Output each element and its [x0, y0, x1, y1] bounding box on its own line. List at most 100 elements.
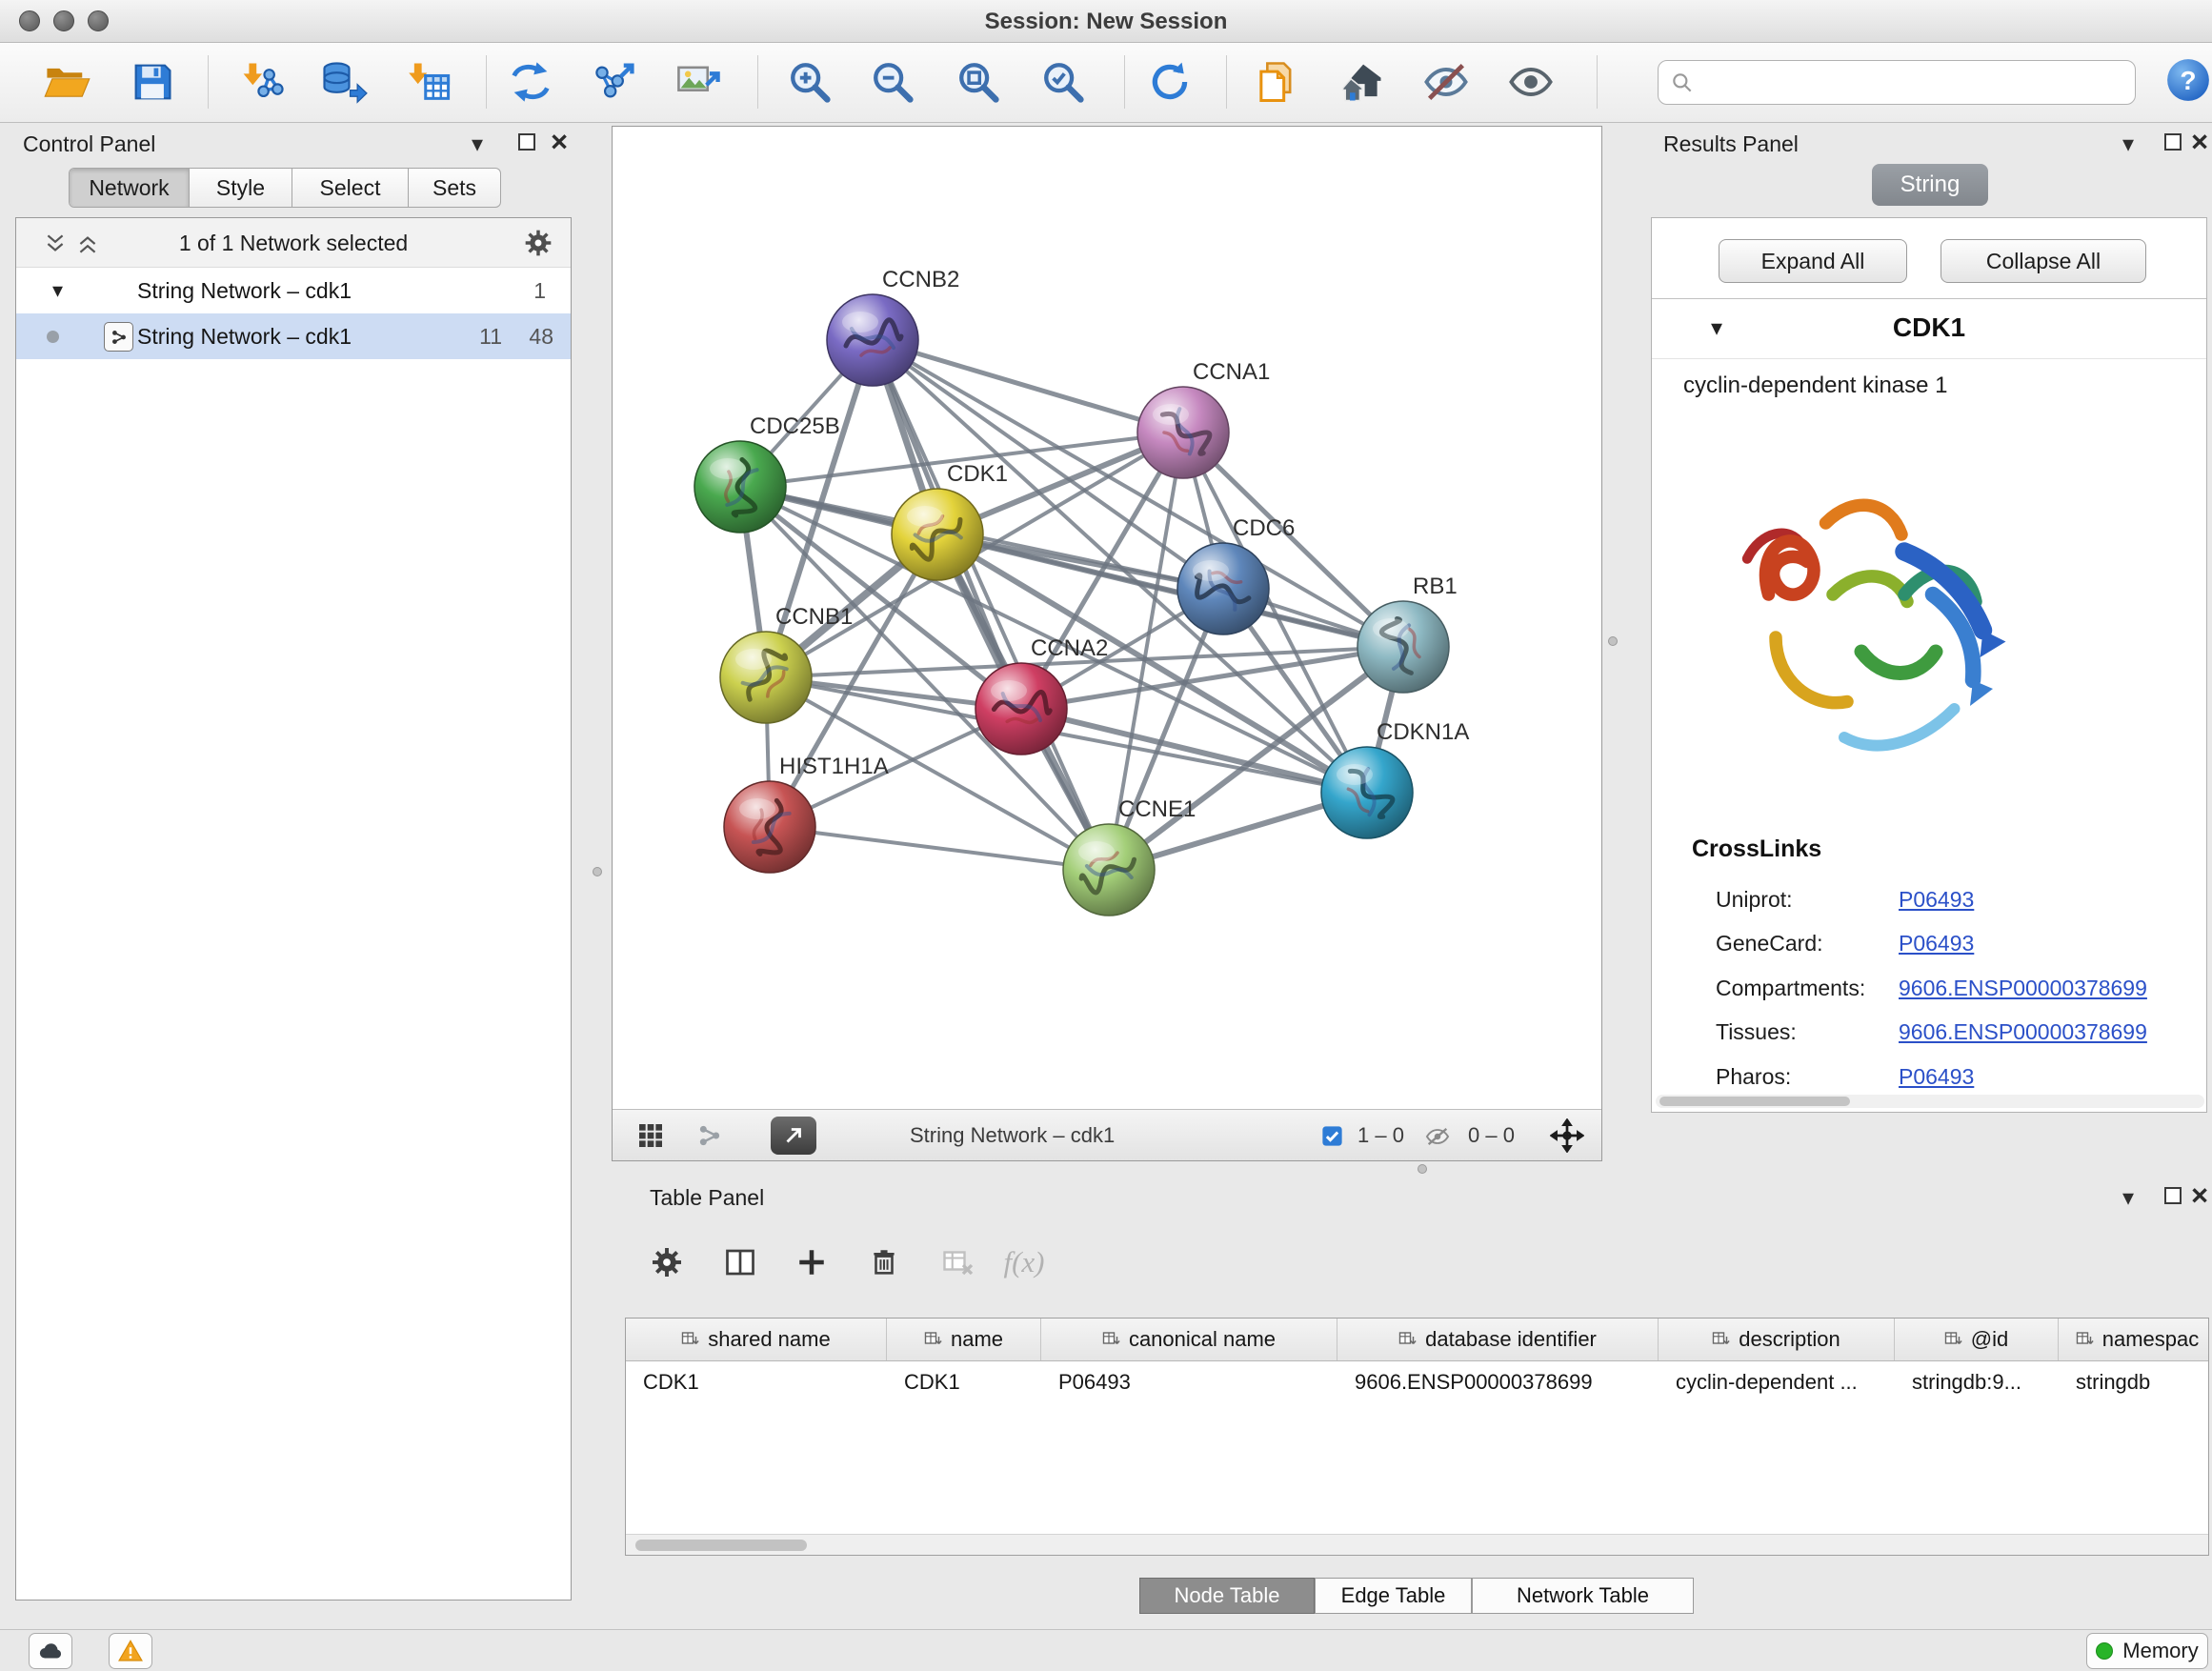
network-node-CDKN1A[interactable] — [1321, 747, 1413, 838]
network-node-CCNA2[interactable] — [975, 663, 1067, 755]
network-node-RB1[interactable] — [1357, 601, 1449, 693]
network-edge[interactable] — [873, 340, 1109, 870]
collection-expand-icon[interactable]: ▾ — [52, 278, 63, 303]
control-panel-close-icon[interactable]: × — [551, 130, 568, 154]
zoom-selected-button[interactable] — [1036, 54, 1091, 110]
crosslink-link[interactable]: P06493 — [1899, 931, 1974, 956]
new-network-from-selection-button[interactable] — [503, 54, 558, 110]
splitter-grip[interactable] — [593, 867, 602, 876]
column-header-4[interactable]: database identifier — [1337, 1319, 1659, 1360]
tab-network-table[interactable]: Network Table — [1472, 1578, 1694, 1614]
table-cell-7[interactable]: stringdb — [2059, 1361, 2209, 1403]
network-view-icon[interactable] — [694, 1120, 725, 1151]
results-panel-float-icon[interactable] — [2164, 133, 2182, 151]
results-panel-close-icon[interactable]: × — [2191, 130, 2208, 154]
zoom-out-button[interactable] — [865, 54, 920, 110]
import-network-file-button[interactable] — [233, 54, 289, 110]
open-in-new-window-button[interactable] — [771, 1117, 816, 1155]
column-header-5[interactable]: description — [1659, 1319, 1895, 1360]
table-cell-1[interactable]: CDK1 — [626, 1361, 887, 1403]
import-network-database-button[interactable] — [315, 54, 371, 110]
network-edge[interactable] — [873, 340, 1183, 433]
annotations-button[interactable] — [1248, 54, 1303, 110]
create-column-button[interactable] — [790, 1240, 834, 1284]
crosslink-link[interactable]: P06493 — [1899, 887, 1974, 913]
tab-edge-table[interactable]: Edge Table — [1315, 1578, 1472, 1614]
collapse-all-button[interactable]: Collapse All — [1941, 239, 2146, 283]
column-header-3[interactable]: canonical name — [1041, 1319, 1337, 1360]
import-table-button[interactable] — [401, 54, 456, 110]
results-scrollbar[interactable] — [1656, 1095, 2204, 1108]
zoom-in-button[interactable] — [782, 54, 837, 110]
warnings-button[interactable] — [109, 1633, 152, 1669]
search-input[interactable] — [1658, 60, 2136, 105]
tab-style[interactable]: Style — [190, 169, 292, 207]
delete-column-button[interactable] — [862, 1240, 906, 1284]
network-node-CCNE1[interactable] — [1063, 824, 1155, 916]
table-cell-3[interactable]: P06493 — [1041, 1361, 1337, 1403]
selected-checkbox-icon[interactable] — [1319, 1123, 1345, 1149]
network-node-CCNA1[interactable] — [1137, 387, 1229, 478]
tab-node-table[interactable]: Node Table — [1139, 1578, 1315, 1614]
memory-button[interactable]: Memory — [2086, 1633, 2208, 1669]
show-graphics-details-button[interactable] — [1503, 54, 1558, 110]
network-canvas[interactable]: CCNB2CCNA1CDC25BCDK1CDC6RB1CCNB1CCNA2CDK… — [613, 127, 1601, 1109]
control-panel-float-icon[interactable] — [518, 133, 535, 151]
apply-layout-button[interactable] — [1142, 54, 1197, 110]
expand-all-button[interactable]: Expand All — [1719, 239, 1907, 283]
birds-eye-home-button[interactable] — [1335, 54, 1390, 110]
crosslink-link[interactable]: P06493 — [1899, 1064, 1974, 1090]
zoom-fit-button[interactable] — [951, 54, 1006, 110]
network-node-CDC6[interactable] — [1177, 543, 1269, 634]
splitter-grip[interactable] — [1608, 636, 1618, 646]
search-field[interactable] — [1702, 70, 2123, 95]
hide-graphics-details-button[interactable] — [1418, 54, 1474, 110]
grid-mode-icon[interactable] — [635, 1120, 666, 1151]
gene-accordion-header[interactable]: ▾ CDK1 — [1652, 298, 2206, 359]
crosslink-link[interactable]: 9606.ENSP00000378699 — [1899, 1019, 2147, 1045]
help-button[interactable]: ? — [2164, 56, 2212, 104]
table-panel-close-icon[interactable]: × — [2191, 1183, 2208, 1208]
string-results-tab[interactable]: String — [1872, 164, 1988, 206]
column-header-7[interactable]: namespac — [2059, 1319, 2209, 1360]
tab-network[interactable]: Network — [70, 169, 190, 207]
show-columns-button[interactable] — [718, 1240, 762, 1284]
table-panel-menu-icon[interactable]: ▾ — [2122, 1187, 2134, 1210]
open-session-button[interactable] — [39, 54, 94, 110]
table-scrollbar-thumb[interactable] — [635, 1540, 807, 1551]
network-node-CCNB1[interactable] — [720, 632, 812, 723]
table-cell-2[interactable]: CDK1 — [887, 1361, 1041, 1403]
results-scrollbar-thumb[interactable] — [1659, 1097, 1850, 1106]
export-image-button[interactable] — [671, 54, 726, 110]
table-row[interactable]: CDK1CDK1P064939606.ENSP00000378699cyclin… — [626, 1361, 2208, 1403]
export-network-button[interactable] — [587, 54, 642, 110]
splitter-grip[interactable] — [1418, 1164, 1427, 1174]
network-node-CDC25B[interactable] — [694, 441, 786, 533]
network-node-CDK1[interactable] — [892, 489, 983, 580]
table-cell-4[interactable]: 9606.ENSP00000378699 — [1337, 1361, 1659, 1403]
tab-select[interactable]: Select — [292, 169, 409, 207]
gear-icon[interactable] — [523, 228, 553, 258]
function-builder-button[interactable]: f(x) — [1002, 1240, 1046, 1284]
column-header-6[interactable]: @id — [1895, 1319, 2059, 1360]
network-node-HIST1H1A[interactable] — [724, 781, 815, 873]
pan-crosshair-icon[interactable] — [1550, 1118, 1584, 1153]
control-panel-menu-icon[interactable]: ▾ — [472, 133, 483, 156]
column-header-1[interactable]: shared name — [626, 1319, 887, 1360]
table-cell-6[interactable]: stringdb:9... — [1895, 1361, 2059, 1403]
network-row-selected[interactable]: String Network – cdk1 11 48 — [16, 313, 571, 359]
tab-sets[interactable]: Sets — [409, 169, 500, 207]
save-session-button[interactable] — [125, 54, 180, 110]
network-node-CCNB2[interactable] — [827, 294, 918, 386]
cloud-status-button[interactable] — [29, 1633, 72, 1669]
hidden-eye-icon[interactable] — [1424, 1123, 1451, 1150]
delete-table-button[interactable] — [935, 1240, 979, 1284]
crosslink-link[interactable]: 9606.ENSP00000378699 — [1899, 976, 2147, 1001]
table-panel-float-icon[interactable] — [2164, 1187, 2182, 1204]
column-header-2[interactable]: name — [887, 1319, 1041, 1360]
table-settings-button[interactable] — [645, 1240, 689, 1284]
network-collection-row[interactable]: ▾ String Network – cdk1 1 — [16, 268, 571, 313]
table-scrollbar[interactable] — [626, 1534, 2208, 1555]
table-cell-5[interactable]: cyclin-dependent ... — [1659, 1361, 1895, 1403]
network-edge[interactable] — [770, 827, 1109, 870]
